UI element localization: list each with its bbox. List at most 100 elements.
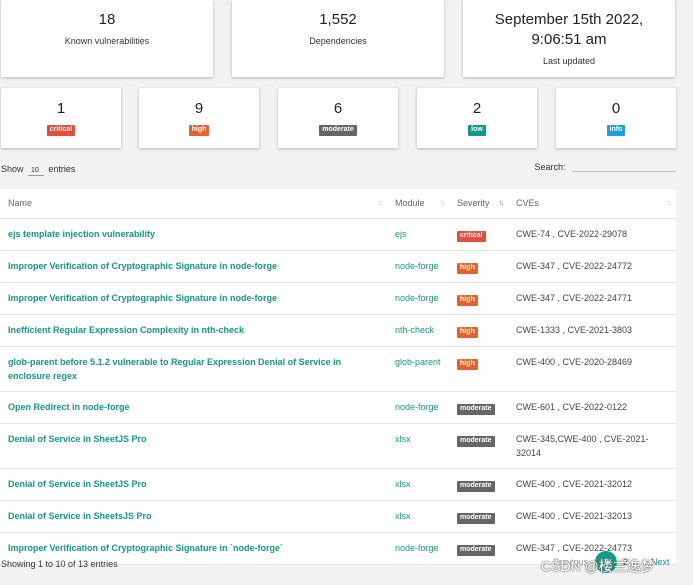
- column-header-cves-label: CVEs: [516, 198, 540, 209]
- table-row: Denial of Service in SheetJS Pro xlsx mo…: [0, 468, 676, 501]
- table-row: Denial of Service in SheetJS Pro xlsx mo…: [0, 423, 676, 469]
- dependencies-label: Dependencies: [309, 36, 367, 46]
- severity-badge: high: [457, 358, 478, 370]
- last-updated-label: Last updated: [542, 56, 596, 66]
- show-label: Show: [1, 164, 24, 174]
- low-count: 2: [472, 100, 482, 117]
- dependencies-card: 1,552 Dependencies: [232, 0, 444, 77]
- sort-icon: ↑↓: [377, 198, 383, 207]
- severity-badge: moderate: [457, 544, 495, 556]
- module-link[interactable]: node-forge: [387, 282, 449, 315]
- table-row: Inefficient Regular Expression Complexit…: [0, 314, 676, 347]
- watermark: CSDN @楼兰逸梦: [541, 558, 655, 574]
- sort-icon: ↑↓: [439, 198, 445, 207]
- module-link[interactable]: ejs: [387, 218, 449, 251]
- entries-label: entries: [48, 164, 76, 174]
- severity-cell: moderate: [449, 423, 508, 469]
- vulnerability-name-link[interactable]: Denial of Service in SheetsJS Pro: [0, 500, 387, 533]
- high-count: 9: [194, 100, 204, 117]
- cves-cell: CWE-400 , CVE-2021-32012: [508, 468, 676, 501]
- severity-cell: moderate: [449, 391, 508, 424]
- severity-badge: moderate: [457, 512, 495, 524]
- module-link[interactable]: nth-check: [387, 314, 449, 347]
- known-vulnerabilities-card: 18 Known vulnerabilities: [1, 0, 213, 77]
- severity-cell: high: [449, 346, 508, 392]
- vulnerability-name-link[interactable]: glob-parent before 5.1.2 vulnerable to R…: [0, 346, 387, 392]
- severity-badge: high: [457, 294, 478, 306]
- entries-per-page-select[interactable]: 10: [28, 167, 44, 176]
- module-link[interactable]: node-forge: [387, 250, 449, 283]
- severity-card-critical: 1 critical: [1, 88, 121, 148]
- column-header-severity[interactable]: Severity ↑↓: [449, 189, 508, 219]
- low-badge: low: [468, 125, 486, 136]
- module-link[interactable]: xlsx: [387, 468, 449, 501]
- severity-cell: critical: [449, 218, 508, 251]
- table-row: ejs template injection vulnerability ejs…: [0, 218, 676, 251]
- show-entries: Show 10 entries: [1, 164, 75, 176]
- cves-cell: CWE-601 , CVE-2022-0122: [508, 391, 676, 424]
- column-header-name[interactable]: Name ↑↓: [0, 189, 387, 219]
- last-updated-date: September 15th 2022,: [494, 11, 644, 28]
- moderate-badge: moderate: [319, 125, 357, 136]
- table-row: Denial of Service in SheetsJS Pro xlsx m…: [0, 500, 676, 533]
- severity-badge: high: [457, 326, 478, 338]
- vulnerabilities-table: Name ↑↓ Module ↑↓ Severity ↑↓ CVEs ↑↓ ejs te…: [0, 189, 676, 565]
- column-header-module-label: Module: [395, 198, 425, 209]
- severity-card-moderate: 6 moderate: [278, 88, 398, 148]
- vulnerability-name-link[interactable]: Improper Verification of Cryptographic S…: [0, 250, 387, 283]
- known-vulnerabilities-count: 18: [98, 11, 116, 28]
- column-header-module[interactable]: Module ↑↓: [387, 189, 449, 219]
- severity-badge: moderate: [457, 435, 495, 447]
- table-row: Improper Verification of Cryptographic S…: [0, 282, 676, 315]
- high-badge: high: [188, 125, 210, 136]
- info-count: 0: [611, 100, 621, 117]
- cves-cell: CWE-345,CWE-400 , CVE-2021-32014: [508, 423, 676, 469]
- severity-card-low: 2 low: [417, 88, 537, 148]
- cves-cell: CWE-400 , CVE-2021-32013: [508, 500, 676, 533]
- severity-cell: high: [449, 282, 508, 315]
- column-header-name-label: Name: [8, 198, 33, 209]
- known-vulnerabilities-label: Known vulnerabilities: [64, 36, 150, 46]
- cves-cell: CWE-347 , CVE-2022-24772: [508, 250, 676, 283]
- vulnerability-name-link[interactable]: Denial of Service in SheetJS Pro: [0, 423, 387, 469]
- module-link[interactable]: node-forge: [387, 391, 449, 424]
- table-header-row: Name ↑↓ Module ↑↓ Severity ↑↓ CVEs ↑↓: [0, 189, 676, 219]
- severity-badge: moderate: [457, 480, 495, 492]
- cves-cell: CWE-1333 , CVE-2021-3803: [508, 314, 676, 347]
- sort-icon: ↑↓: [666, 198, 672, 207]
- sort-ascending-icon: ↑↓: [498, 198, 504, 207]
- severity-cell: moderate: [449, 500, 508, 533]
- column-header-severity-label: Severity: [457, 198, 490, 209]
- module-link[interactable]: xlsx: [387, 500, 449, 533]
- module-link[interactable]: xlsx: [387, 423, 449, 469]
- vulnerability-name-link[interactable]: Inefficient Regular Expression Complexit…: [0, 314, 387, 347]
- vulnerability-name-link[interactable]: Denial of Service in SheetJS Pro: [0, 468, 387, 501]
- table-info: Showing 1 to 10 of 13 entries: [1, 559, 118, 569]
- info-badge: info: [606, 125, 626, 136]
- table-row: Improper Verification of Cryptographic S…: [0, 250, 676, 283]
- critical-count: 1: [56, 100, 66, 117]
- vulnerability-name-link[interactable]: Open Redirect in node-forge: [0, 391, 387, 424]
- severity-cell: moderate: [449, 468, 508, 501]
- severity-cell: high: [449, 314, 508, 347]
- search-box: Search:: [534, 160, 676, 172]
- table-row: glob-parent before 5.1.2 vulnerable to R…: [0, 346, 676, 392]
- search-label: Search:: [534, 162, 566, 172]
- cves-cell: CWE-74 , CVE-2022-29078: [508, 218, 676, 251]
- module-link[interactable]: glob-parent: [387, 346, 449, 392]
- last-updated-card: September 15th 2022, 9:06:51 am Last upd…: [463, 0, 675, 77]
- module-link[interactable]: node-forge: [387, 532, 449, 565]
- vulnerability-name-link[interactable]: ejs template injection vulnerability: [0, 218, 387, 251]
- column-header-cves[interactable]: CVEs ↑↓: [508, 189, 676, 219]
- severity-badge: moderate: [457, 403, 495, 415]
- last-updated-time: 9:06:51 am: [531, 31, 607, 48]
- vulnerability-name-link[interactable]: Improper Verification of Cryptographic S…: [0, 282, 387, 315]
- severity-card-high: 9 high: [139, 88, 259, 148]
- table-row: Open Redirect in node-forge node-forge m…: [0, 391, 676, 424]
- severity-cell: high: [449, 250, 508, 283]
- moderate-count: 6: [333, 100, 343, 117]
- severity-cell: moderate: [449, 532, 508, 565]
- severity-card-info: 0 info: [556, 88, 676, 148]
- severity-badge: critical: [457, 230, 486, 242]
- search-input[interactable]: [572, 160, 676, 172]
